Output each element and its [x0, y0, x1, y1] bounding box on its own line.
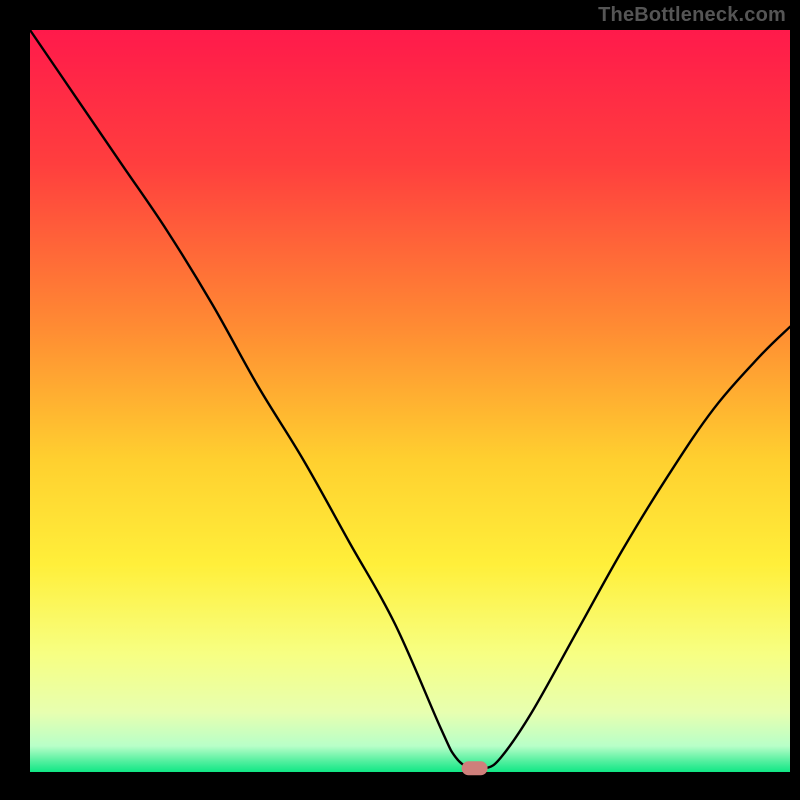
chart-container: TheBottleneck.com	[0, 0, 800, 800]
plot-background	[30, 30, 790, 772]
watermark-text: TheBottleneck.com	[598, 4, 786, 27]
optimum-marker	[462, 761, 488, 775]
bottleneck-chart	[0, 0, 800, 800]
